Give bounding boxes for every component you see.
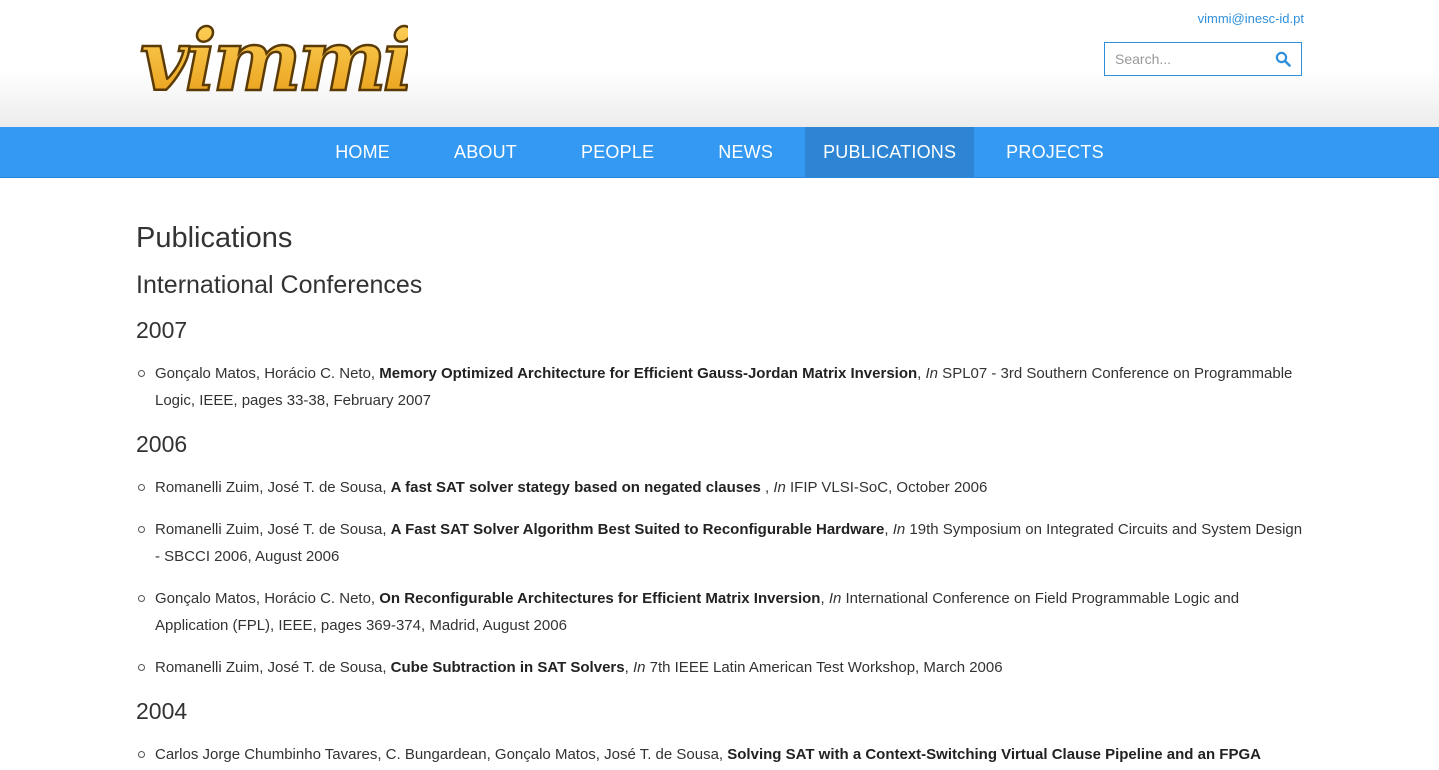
pub-title: Cube Subtraction in SAT Solvers xyxy=(390,659,625,676)
publication-list: Romanelli Zuim, José T. de Sousa, A fast… xyxy=(136,474,1303,681)
nav-news[interactable]: NEWS xyxy=(686,127,805,177)
nav-publications[interactable]: PUBLICATIONS xyxy=(805,127,975,177)
vimmi-logo[interactable]: vimmi xyxy=(136,18,408,106)
pub-venue: 7th IEEE Latin American Test Workshop, M… xyxy=(645,659,1003,676)
publication-item: Gonçalo Matos, Horácio C. Neto, On Recon… xyxy=(136,585,1303,639)
pub-in: In xyxy=(828,590,842,607)
pub-authors: Romanelli Zuim, José T. de Sousa, xyxy=(155,521,391,538)
nav-projects[interactable]: PROJECTS xyxy=(974,127,1136,177)
publication-item: Carlos Jorge Chumbinho Tavares, C. Bunga… xyxy=(136,741,1303,768)
nav-people[interactable]: PEOPLE xyxy=(549,127,686,177)
nav-about[interactable]: ABOUT xyxy=(422,127,549,177)
pub-authors: Romanelli Zuim, José T. de Sousa, xyxy=(155,479,391,496)
pub-title: A Fast SAT Solver Algorithm Best Suited … xyxy=(390,521,885,538)
year-heading: 2007 xyxy=(136,317,188,343)
publication-item: Romanelli Zuim, José T. de Sousa, Cube S… xyxy=(136,654,1303,681)
pub-in: In xyxy=(892,521,906,538)
pub-title: Solving SAT with a Context-Switching Vir… xyxy=(727,746,1261,763)
pub-in: In xyxy=(925,365,939,382)
pub-title: On Reconfigurable Architectures for Effi… xyxy=(379,590,821,607)
search-input[interactable] xyxy=(1105,43,1265,75)
pub-authors: Gonçalo Matos, Horácio C. Neto, xyxy=(155,365,380,382)
pub-in: In xyxy=(632,659,646,676)
publication-item: Gonçalo Matos, Horácio C. Neto, Memory O… xyxy=(136,360,1303,414)
publication-item: Romanelli Zuim, José T. de Sousa, A fast… xyxy=(136,474,1303,501)
pub-authors: Romanelli Zuim, José T. de Sousa, xyxy=(155,659,391,676)
publication-item: Romanelli Zuim, José T. de Sousa, A Fast… xyxy=(136,516,1303,570)
section-title: International Conferences xyxy=(136,271,423,299)
contact-email-link[interactable]: vimmi@inesc-id.pt xyxy=(1198,11,1304,26)
pub-separator: , xyxy=(820,590,829,607)
publication-list: Gonçalo Matos, Horácio C. Neto, Memory O… xyxy=(136,360,1303,414)
nav-home[interactable]: HOME xyxy=(303,127,422,177)
site-header: vimmi vimmi@inesc-id.pt xyxy=(0,0,1439,127)
year-heading: 2006 xyxy=(136,431,188,457)
pub-title: Memory Optimized Architecture for Effici… xyxy=(379,365,918,382)
pub-venue: IFIP VLSI-SoC, October 2006 xyxy=(785,479,988,496)
page-title: Publications xyxy=(136,222,293,254)
search-box xyxy=(1104,42,1302,76)
pub-title: A fast SAT solver stategy based on negat… xyxy=(390,479,765,496)
year-heading: 2004 xyxy=(136,698,188,724)
pub-separator: , xyxy=(624,659,633,676)
main-nav: HOME ABOUT PEOPLE NEWS PUBLICATIONS PROJ… xyxy=(0,127,1439,178)
publication-list: Carlos Jorge Chumbinho Tavares, C. Bunga… xyxy=(136,741,1303,768)
pub-authors: Carlos Jorge Chumbinho Tavares, C. Bunga… xyxy=(155,746,728,763)
main-content: Publications International Conferences 2… xyxy=(0,220,1439,768)
search-icon[interactable] xyxy=(1275,51,1291,67)
pub-separator: , xyxy=(917,365,926,382)
pub-separator: , xyxy=(884,521,893,538)
pub-in: In xyxy=(773,479,786,496)
logo-text: vimmi xyxy=(140,18,408,106)
pub-authors: Gonçalo Matos, Horácio C. Neto, xyxy=(155,590,380,607)
